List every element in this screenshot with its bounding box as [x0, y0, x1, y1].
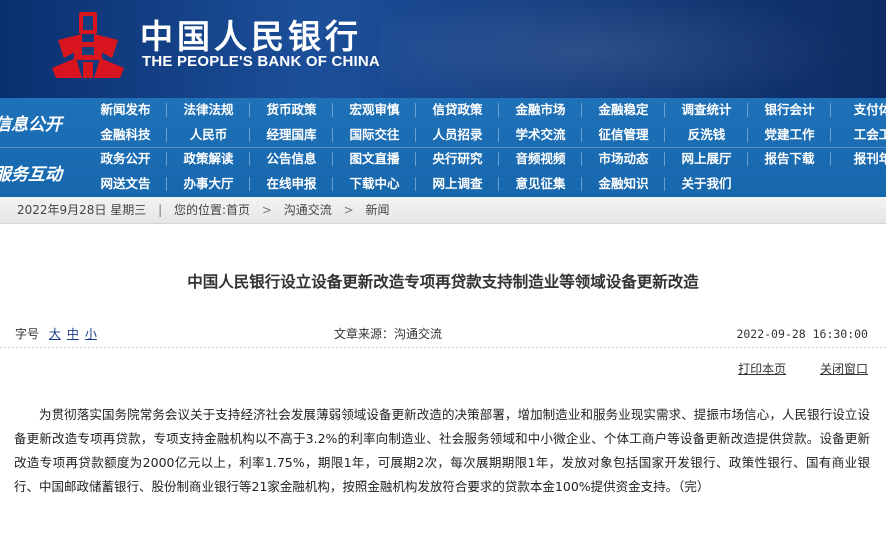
main-navigation: 信息公开 服务互动 新闻发布 法律法规 货币政策 宏观审慎 信贷政策 金融市场 …: [0, 98, 886, 197]
nav-item[interactable]: 经理国库: [250, 123, 333, 147]
close-window-link[interactable]: 关闭窗口: [820, 362, 868, 376]
nav-item[interactable]: 金融稳定: [582, 98, 665, 122]
nav-item[interactable]: 国际交往: [333, 123, 416, 147]
breadcrumb-home-link[interactable]: 首页: [226, 203, 250, 217]
breadcrumb-communication-link[interactable]: 沟通交流: [284, 203, 332, 217]
nav-item[interactable]: 党建工作: [748, 123, 831, 147]
nav-item[interactable]: 网上调查: [416, 172, 499, 196]
nav-item[interactable]: 宏观审慎: [333, 98, 416, 122]
nav-row-1: 新闻发布 法律法规 货币政策 宏观审慎 信贷政策 金融市场 金融稳定 调查统计 …: [84, 98, 886, 122]
publish-datetime: 2022-09-28 16:30:00: [736, 327, 868, 341]
nav-item[interactable]: 政策解读: [167, 147, 250, 171]
article-meta: 字号 大中小 文章来源：沟通交流 2022-09-28 16:30:00: [0, 324, 886, 344]
nav-item[interactable]: 信贷政策: [416, 98, 499, 122]
nav-item[interactable]: 意见征集: [499, 172, 582, 196]
font-size-switcher: 字号 大中小: [15, 324, 97, 344]
pboc-logo-icon[interactable]: [52, 12, 124, 78]
nav-item[interactable]: 货币政策: [250, 98, 333, 122]
nav-item[interactable]: 人民币: [167, 123, 250, 147]
breadcrumb-divider: |: [158, 203, 163, 217]
nav-item[interactable]: 金融知识: [582, 172, 665, 196]
nav-section-info-disclosure[interactable]: 信息公开: [0, 98, 90, 147]
nav-item[interactable]: 金融市场: [499, 98, 582, 122]
nav-item[interactable]: 政务公开: [84, 147, 167, 171]
article-body: 为贯彻落实国务院常务会议关于支持经济社会发展薄弱领域设备更新改造的决策部署，增加…: [14, 407, 870, 494]
nav-item[interactable]: 学术交流: [499, 123, 582, 147]
article-title: 中国人民银行设立设备更新改造专项再贷款支持制造业等领域设备更新改造: [187, 273, 699, 291]
nav-item[interactable]: 工会工: [831, 123, 886, 147]
breadcrumb-separator: >: [343, 203, 354, 217]
nav-item[interactable]: 市场动态: [582, 147, 665, 171]
nav-item[interactable]: 网上展厅: [665, 147, 748, 171]
nav-item[interactable]: 在线申报: [250, 172, 333, 196]
nav-item[interactable]: 新闻发布: [84, 98, 167, 122]
site-title-english: THE PEOPLE'S BANK OF CHINA: [142, 53, 380, 70]
font-size-medium-link[interactable]: 中: [67, 327, 79, 341]
breadcrumb-news-link[interactable]: 新闻: [365, 203, 389, 217]
nav-item[interactable]: 征信管理: [582, 123, 665, 147]
font-size-label: 字号: [15, 327, 40, 341]
font-size-small-link[interactable]: 小: [85, 327, 97, 341]
nav-row-4: 网送文告 办事大厅 在线申报 下载中心 网上调查 意见征集 金融知识 关于我们: [84, 172, 748, 196]
current-date: 2022年9月28日 星期三: [17, 203, 147, 217]
nav-item[interactable]: 法律法规: [167, 98, 250, 122]
article-tools: 打印本页 关闭窗口: [708, 360, 868, 377]
banner-decoration: [380, 0, 886, 98]
print-page-link[interactable]: 打印本页: [738, 362, 786, 376]
nav-row-3: 政务公开 政策解读 公告信息 图文直播 央行研究 音频视频 市场动态 网上展厅 …: [84, 147, 886, 171]
location-label: 您的位置:: [173, 203, 227, 217]
nav-item[interactable]: 报刊年: [831, 147, 886, 171]
nav-item[interactable]: 调查统计: [665, 98, 748, 122]
nav-item[interactable]: 办事大厅: [167, 172, 250, 196]
nav-item[interactable]: 公告信息: [250, 147, 333, 171]
header-banner: 中国人民银行 THE PEOPLE'S BANK OF CHINA: [0, 0, 886, 98]
nav-item[interactable]: 反洗钱: [665, 123, 748, 147]
nav-item[interactable]: 报告下载: [748, 147, 831, 171]
nav-section-service-interaction[interactable]: 服务互动: [0, 147, 90, 197]
nav-item[interactable]: 人员招录: [416, 123, 499, 147]
nav-item[interactable]: 网送文告: [84, 172, 167, 196]
breadcrumb-separator: >: [261, 203, 272, 217]
article-source: 文章来源：沟通交流: [334, 327, 443, 341]
nav-item[interactable]: 图文直播: [333, 147, 416, 171]
meta-divider: [0, 347, 886, 348]
nav-item[interactable]: 音频视频: [499, 147, 582, 171]
nav-item[interactable]: 银行会计: [748, 98, 831, 122]
site-title: 中国人民银行: [140, 17, 362, 56]
font-size-large-link[interactable]: 大: [49, 327, 61, 341]
nav-item[interactable]: 关于我们: [665, 172, 748, 196]
nav-item[interactable]: 下载中心: [333, 172, 416, 196]
nav-item[interactable]: 央行研究: [416, 147, 499, 171]
breadcrumb: 2022年9月28日 星期三 | 您的位置:首页 > 沟通交流 > 新闻: [0, 197, 886, 224]
nav-item[interactable]: 支付体: [831, 98, 886, 122]
nav-row-2: 金融科技 人民币 经理国库 国际交往 人员招录 学术交流 征信管理 反洗钱 党建…: [84, 123, 886, 147]
nav-item[interactable]: 金融科技: [84, 123, 167, 147]
